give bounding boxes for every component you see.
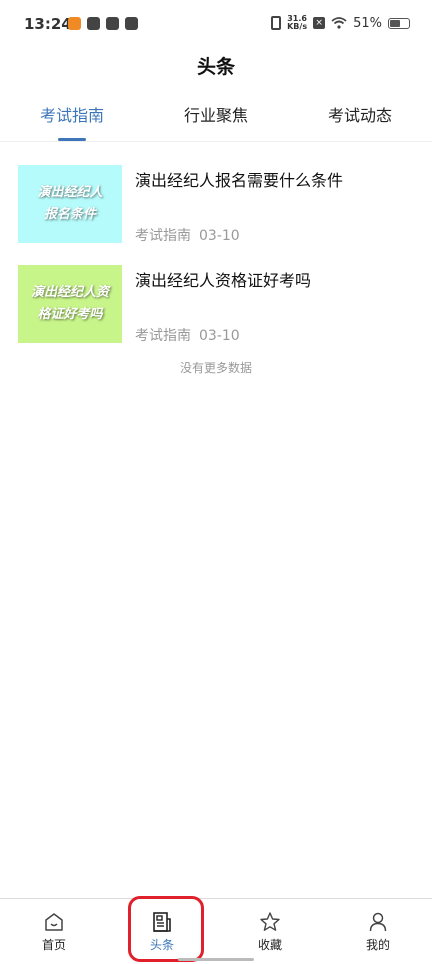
app-notification-icon xyxy=(68,17,81,30)
sync-notification-icon xyxy=(125,17,138,30)
news-item[interactable]: 演出经纪人资 格证好考吗 演出经纪人资格证好考吗 考试指南 03-10 xyxy=(18,265,418,345)
news-item[interactable]: 演出经纪人报名条件 演出经纪人报名需要什么条件 考试指南 03-10 xyxy=(18,165,418,245)
thumbnail-text: 报名条件 xyxy=(43,207,96,222)
news-title: 演出经纪人报名需要什么条件 xyxy=(135,171,344,190)
list-end-message: 没有更多数据 xyxy=(179,361,252,375)
news-date: 03-10 xyxy=(199,228,240,244)
battery-fill xyxy=(390,19,401,27)
nav-home[interactable]: 首页 xyxy=(0,899,108,964)
news-meta: 考试指南 03-10 xyxy=(135,325,240,345)
nav-news-label: 头条 xyxy=(149,938,174,952)
network-speed: 31.6 KB/s xyxy=(287,15,307,31)
thumbnail-text: 演出经纪人资 xyxy=(30,285,109,300)
battery-text: 51% xyxy=(353,15,382,31)
nav-favorites-label: 收藏 xyxy=(257,938,282,952)
sim-off-icon: × xyxy=(313,17,326,29)
nav-home-label: 首页 xyxy=(41,938,66,952)
news-thumbnail: 演出经纪人 报名条件 xyxy=(18,165,122,243)
wifi-icon xyxy=(331,17,347,29)
status-bar: 13:24 31.6 KB/s × 51% xyxy=(0,0,432,52)
tab-bar: 考试指南 行业聚焦 考试动态 xyxy=(0,100,432,142)
battery-icon xyxy=(388,17,410,29)
thumbnail-text: 演出经纪人 xyxy=(37,185,103,200)
nav-profile[interactable]: 我的 xyxy=(324,899,432,964)
nav-favorites[interactable]: 收藏 xyxy=(216,899,324,964)
profile-icon xyxy=(369,912,387,932)
tab-industry-focus[interactable]: 行业聚焦 xyxy=(144,100,288,141)
news-title: 演出经纪人资格证好考吗 xyxy=(135,271,312,290)
tab-exam-guide[interactable]: 考试指南 xyxy=(0,100,144,141)
vibrate-icon xyxy=(271,16,282,30)
page-title: 头条 xyxy=(196,56,235,78)
mail-notification-icon xyxy=(87,17,100,30)
tab-exam-news[interactable]: 考试动态 xyxy=(288,100,432,141)
news-category: 考试指南 xyxy=(135,228,191,244)
network-speed-unit: KB/s xyxy=(287,22,308,31)
nav-news[interactable]: 头条 xyxy=(108,899,216,964)
nav-profile-label: 我的 xyxy=(365,938,390,952)
home-icon xyxy=(45,913,63,931)
news-category: 考试指南 xyxy=(135,328,191,344)
home-indicator[interactable] xyxy=(178,958,254,961)
news-meta: 考试指南 03-10 xyxy=(135,225,240,245)
notification-icons xyxy=(68,17,138,30)
news-thumbnail: 演出经纪人资 格证好考吗 xyxy=(18,265,122,343)
thumbnail-text: 格证好考吗 xyxy=(37,307,103,322)
news-date: 03-10 xyxy=(199,328,240,344)
bottom-nav: 首页 头条 收藏 我的 xyxy=(0,898,432,964)
news-icon xyxy=(153,912,171,932)
store-notification-icon xyxy=(106,17,119,30)
status-indicators: 31.6 KB/s × 51% xyxy=(271,15,410,31)
status-time: 13:24 xyxy=(24,15,72,33)
star-icon xyxy=(260,912,280,931)
